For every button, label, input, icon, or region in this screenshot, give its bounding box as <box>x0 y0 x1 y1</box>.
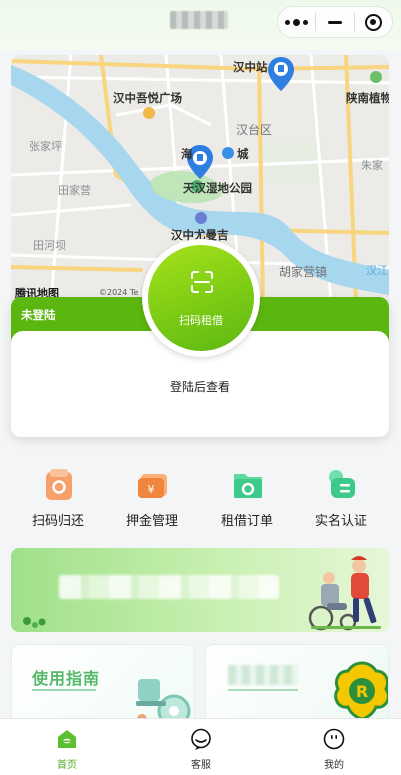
top-header <box>0 0 401 50</box>
promo-banner[interactable] <box>11 548 389 632</box>
guide-card[interactable]: 使用指南 <box>11 644 195 724</box>
bottom-tab-bar: 首页 客服 我的 <box>0 718 401 775</box>
tab-customer-service[interactable]: 客服 <box>134 719 268 775</box>
page-title-obscured <box>170 11 228 29</box>
tab-profile[interactable]: 我的 <box>267 719 401 775</box>
map-label-hujiaying: 胡家营镇 <box>279 265 328 279</box>
map-label-tianjiaying: 田家营 <box>58 185 91 197</box>
map-label-hai: 海 <box>181 149 193 161</box>
tab-label-home: 首页 <box>57 760 77 771</box>
login-status: 未登陆 <box>21 308 56 322</box>
home-icon <box>58 730 76 748</box>
id-card-icon <box>329 470 355 498</box>
secondary-card-underline <box>228 689 298 691</box>
map-label-park: 天汉湿地公园 <box>183 183 252 195</box>
svg-text:¥: ¥ <box>148 483 155 496</box>
map-label-cheng: 城 <box>237 149 249 161</box>
scan-return-icon <box>46 469 72 500</box>
target-close-icon[interactable] <box>355 7 392 37</box>
map-label-zhangjiaping: 张家坪 <box>29 141 62 153</box>
action-label: 租借订单 <box>220 514 273 529</box>
map-label-zhu: 朱家 <box>361 160 383 172</box>
action-realname[interactable]: 实名认证 <box>294 462 388 532</box>
quick-actions: 扫码归还 ¥ 押金管理 租借订单 实名认证 <box>11 462 389 532</box>
customer-service-icon <box>191 728 211 750</box>
action-orders[interactable]: 租借订单 <box>200 462 294 532</box>
map-label-plant: 陕南植物 <box>346 93 389 105</box>
action-scan-return[interactable]: 扫码归还 <box>11 462 105 532</box>
tab-label-customer-service: 客服 <box>191 760 211 771</box>
map-label-station: 汉中站 <box>233 62 268 74</box>
mini-program-capsule <box>277 6 393 38</box>
banner-illustration <box>23 556 381 631</box>
profile-icon <box>323 728 345 750</box>
svg-text:R: R <box>356 682 368 701</box>
deposit-card-icon: ¥ <box>138 474 167 498</box>
accessibility-badge-icon: R <box>334 661 388 721</box>
map-label-plaza: 汉中吾悦广场 <box>113 93 182 105</box>
scan-rent-button-inner: 扫码租借 <box>148 245 254 351</box>
action-deposit[interactable]: ¥ 押金管理 <box>105 462 199 532</box>
scan-rent-button[interactable]: 扫码租借 <box>142 239 260 357</box>
tab-label-profile: 我的 <box>324 760 344 771</box>
action-label: 扫码归还 <box>31 514 84 529</box>
wheelchair-icon <box>136 679 191 723</box>
scan-icon <box>191 271 213 293</box>
secondary-card-title-obscured <box>228 665 298 685</box>
guide-title: 使用指南 <box>32 669 101 688</box>
more-dots-icon[interactable] <box>278 7 315 37</box>
map-label-district: 汉台区 <box>236 123 273 137</box>
order-folder-icon <box>234 474 262 498</box>
minimize-icon[interactable] <box>316 7 353 37</box>
scan-rent-label: 扫码租借 <box>179 314 223 327</box>
map-label-tianheba: 田河坝 <box>33 240 66 252</box>
map-copyright: ©2024 Te <box>99 288 139 297</box>
guide-underline <box>32 689 96 691</box>
login-hint[interactable]: 登陆后查看 <box>11 378 389 395</box>
action-label: 实名认证 <box>314 514 367 529</box>
action-label: 押金管理 <box>125 514 178 529</box>
secondary-card[interactable]: R <box>205 644 389 724</box>
tab-home[interactable]: 首页 <box>0 719 134 775</box>
map-label-river: 汉江 <box>366 265 388 277</box>
